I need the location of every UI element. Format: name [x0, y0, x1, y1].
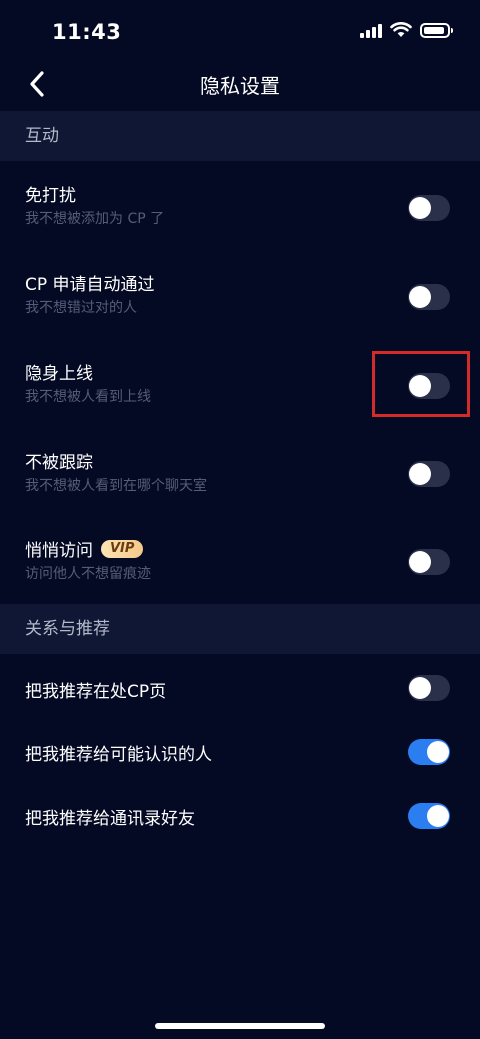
do-not-disturb-toggle[interactable]	[408, 195, 450, 221]
status-bar: 11:43	[0, 0, 480, 60]
setting-title-text: 把我推荐在处CP页	[25, 682, 167, 702]
setting-row-do-not-disturb[interactable]: 免打扰 我不想被添加为 CP 了	[0, 161, 480, 250]
setting-row-cp-auto-accept[interactable]: CP 申请自动通过 我不想错过对的人	[0, 250, 480, 339]
setting-subtitle: 我不想被添加为 CP 了	[25, 211, 165, 227]
signal-icon	[360, 22, 382, 38]
setting-title: 悄悄访问 VIP	[25, 536, 144, 561]
setting-title: 隐身上线	[25, 359, 93, 384]
recommend-contacts-toggle[interactable]	[408, 803, 450, 829]
toggle-knob	[409, 677, 431, 699]
secret-visit-toggle[interactable]	[408, 549, 450, 575]
no-tracking-toggle[interactable]	[408, 461, 450, 487]
setting-title-text: 免打扰	[25, 186, 76, 206]
setting-title: 把我推荐给可能认识的人	[25, 740, 212, 765]
toggle-knob	[409, 197, 431, 219]
section-header-interaction: 互动	[0, 111, 480, 161]
status-icons	[360, 22, 453, 38]
toggle-knob	[427, 805, 449, 827]
setting-row-no-tracking[interactable]: 不被跟踪 我不想被人看到在哪个聊天室	[0, 428, 480, 517]
toggle-knob	[409, 463, 431, 485]
recommend-cp-page-toggle[interactable]	[408, 675, 450, 701]
home-indicator	[155, 1023, 325, 1029]
toggle-knob	[409, 551, 431, 573]
wifi-icon	[390, 22, 412, 37]
setting-title-text: 不被跟踪	[25, 453, 93, 473]
setting-row-secret-visit[interactable]: 悄悄访问 VIP 访问他人不想留痕迹	[0, 517, 480, 604]
setting-title-text: CP 申请自动通过	[25, 275, 155, 295]
battery-icon	[420, 22, 453, 38]
setting-subtitle: 我不想被人看到上线	[25, 389, 151, 405]
setting-subtitle: 访问他人不想留痕迹	[25, 566, 151, 582]
setting-title-text: 隐身上线	[25, 364, 93, 384]
page-title: 隐私设置	[200, 74, 280, 98]
setting-row-recommend-acquaintances[interactable]: 把我推荐给可能认识的人	[0, 720, 480, 784]
setting-title: 把我推荐给通讯录好友	[25, 804, 195, 829]
setting-row-recommend-cp-page[interactable]: 把我推荐在处CP页	[0, 654, 480, 720]
section-header-relations: 关系与推荐	[0, 604, 480, 654]
cp-auto-accept-toggle[interactable]	[408, 284, 450, 310]
toggle-knob	[427, 741, 449, 763]
setting-title: CP 申请自动通过	[25, 270, 155, 295]
setting-title-text: 悄悄访问	[25, 541, 93, 561]
highlight-box	[372, 351, 470, 417]
setting-title-text: 把我推荐给通讯录好友	[25, 809, 195, 829]
setting-title: 把我推荐在处CP页	[25, 677, 166, 702]
nav-bar: 隐私设置	[0, 60, 480, 110]
setting-title: 不被跟踪	[25, 448, 93, 473]
toggle-knob	[409, 286, 431, 308]
setting-row-recommend-contacts[interactable]: 把我推荐给通讯录好友	[0, 784, 480, 848]
vip-badge: VIP	[101, 539, 144, 558]
setting-title: 免打扰	[25, 181, 76, 206]
recommend-acquaintances-toggle[interactable]	[408, 739, 450, 765]
setting-subtitle: 我不想错过对的人	[25, 300, 137, 316]
status-time: 11:43	[52, 20, 122, 44]
setting-title-text: 把我推荐给可能认识的人	[25, 745, 212, 765]
setting-subtitle: 我不想被人看到在哪个聊天室	[25, 478, 207, 494]
